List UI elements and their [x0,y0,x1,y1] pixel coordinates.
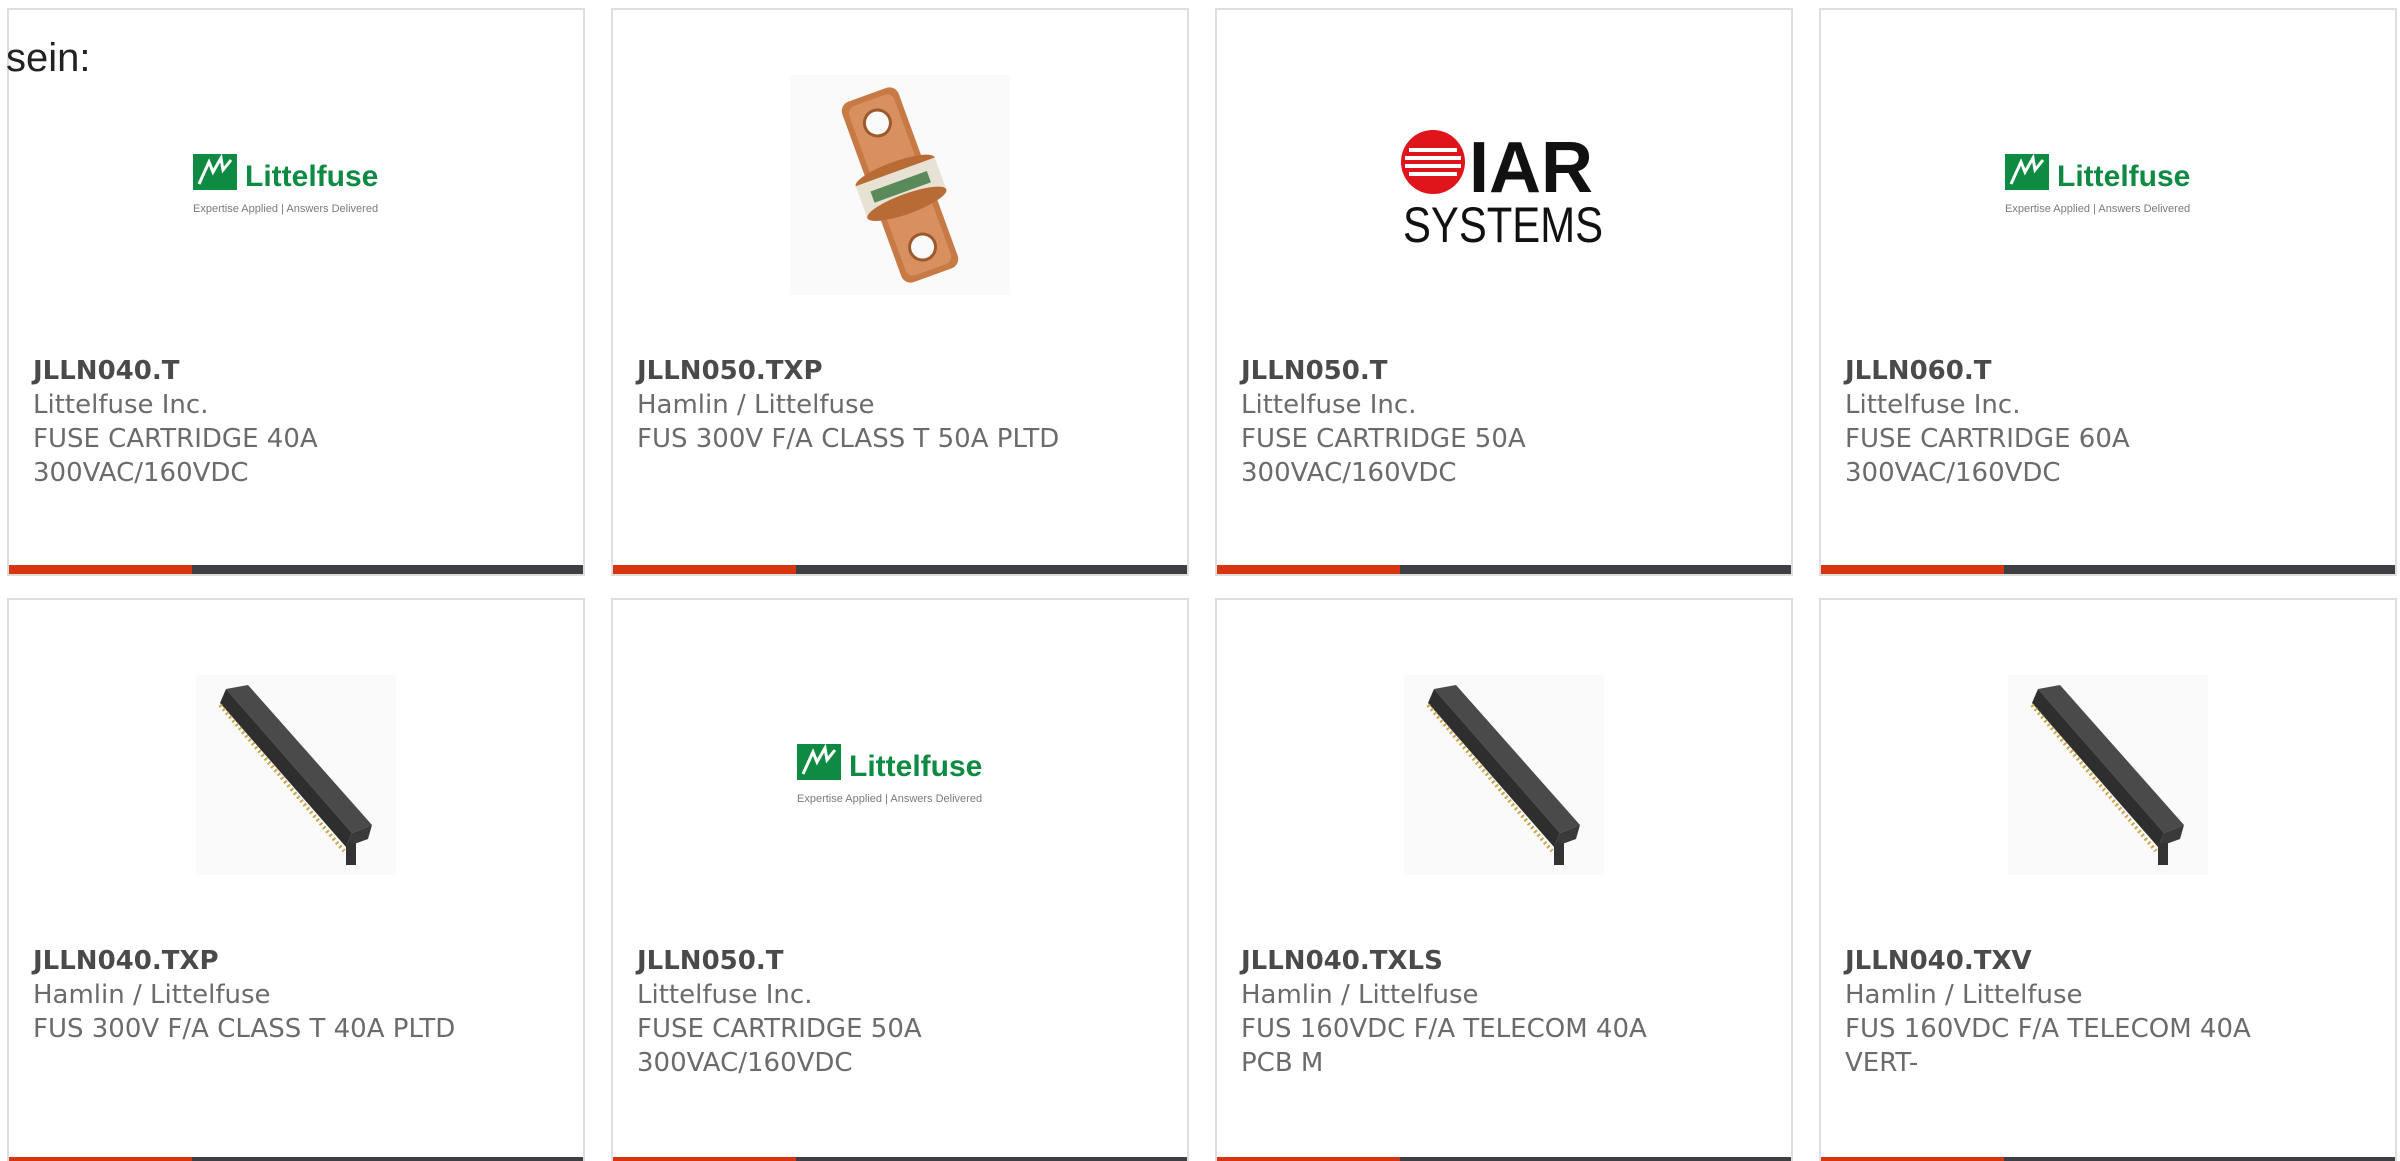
card-footer-accent [1821,1157,2004,1161]
part-number[interactable]: JLLN050.T [637,944,1167,978]
littelfuse-tagline: Expertise Applied | Answers Delivered [797,793,982,805]
header-connector-image [1821,660,2395,890]
card-footer-bar [9,565,583,574]
product-info: JLLN050.TXP Hamlin / Littelfuse FUS 300V… [637,354,1167,456]
card-footer-bar [1821,1157,2395,1161]
card-footer-accent [613,565,796,574]
littelfuse-name: Littelfuse [849,750,982,783]
card-footer-accent [1821,565,2004,574]
part-number[interactable]: JLLN050.T [1241,354,1771,388]
manufacturer: Hamlin / Littelfuse [637,390,875,420]
product-grid-page: sein: Littelfuse Expertise Applied | Ans… [0,0,2400,1161]
description-line-2: 300VAC/160VDC [33,458,249,488]
iar-logo-text: IAR [1469,128,1593,208]
card-footer-bar [1217,1157,1791,1161]
part-number[interactable]: JLLN040.TXV [1845,944,2375,978]
littelfuse-name: Littelfuse [245,160,378,193]
iar-systems-logo: IAR SYSTEMS [1217,70,1791,300]
littelfuse-logo: Littelfuse Expertise Applied | Answers D… [613,660,1187,890]
product-card[interactable]: Littelfuse Expertise Applied | Answers D… [611,598,1189,1161]
card-footer-bar [1217,565,1791,574]
littelfuse-logo: Littelfuse Expertise Applied | Answers D… [1821,70,2395,300]
description-line-1: FUS 160VDC F/A TELECOM 40A [1241,1014,1647,1044]
description-line-2: 300VAC/160VDC [1845,458,2061,488]
description-line-1: FUSE CARTRIDGE 60A [1845,424,2130,454]
description-line-1: FUSE CARTRIDGE 50A [1241,424,1526,454]
header-connector-image [9,660,583,890]
intro-text: sein: [6,36,91,80]
product-info: JLLN040.TXP Hamlin / Littelfuse FUS 300V… [33,944,563,1046]
product-info: JLLN040.TXLS Hamlin / Littelfuse FUS 160… [1241,944,1771,1080]
product-info: JLLN050.T Littelfuse Inc. FUSE CARTRIDGE… [1241,354,1771,490]
description-line-2: PCB M [1241,1048,1324,1078]
littelfuse-name: Littelfuse [2057,160,2190,193]
product-info: JLLN040.T Littelfuse Inc. FUSE CARTRIDGE… [33,354,563,490]
description-line-2: 300VAC/160VDC [637,1048,853,1078]
littelfuse-tagline: Expertise Applied | Answers Delivered [193,203,378,215]
card-footer-bar [9,1157,583,1161]
manufacturer: Littelfuse Inc. [1241,390,1417,420]
littelfuse-logo: Littelfuse Expertise Applied | Answers D… [9,70,583,300]
header-connector-image [1217,660,1791,890]
part-number[interactable]: JLLN040.TXP [33,944,563,978]
part-number[interactable]: JLLN050.TXP [637,354,1167,388]
description-line-1: FUSE CARTRIDGE 50A [637,1014,922,1044]
description-line-1: FUS 160VDC F/A TELECOM 40A [1845,1014,2251,1044]
card-footer-bar [613,1157,1187,1161]
systems-logo-text: SYSTEMS [1403,197,1603,250]
card-footer-bar [1821,565,2395,574]
card-footer-accent [1217,1157,1400,1161]
littelfuse-tagline: Expertise Applied | Answers Delivered [2005,203,2190,215]
product-card[interactable]: JLLN050.TXP Hamlin / Littelfuse FUS 300V… [611,8,1189,576]
part-number[interactable]: JLLN040.TXLS [1241,944,1771,978]
description-line-2: VERT- [1845,1048,1919,1078]
description-line-2: 300VAC/160VDC [1241,458,1457,488]
product-card[interactable]: JLLN040.TXV Hamlin / Littelfuse FUS 160V… [1819,598,2397,1161]
copper-fuse-image [613,70,1187,300]
card-footer-bar [613,565,1187,574]
part-number[interactable]: JLLN040.T [33,354,563,388]
manufacturer: Littelfuse Inc. [33,390,209,420]
manufacturer: Hamlin / Littelfuse [1845,980,2083,1010]
manufacturer: Littelfuse Inc. [637,980,813,1010]
description-line-1: FUSE CARTRIDGE 40A [33,424,318,454]
manufacturer: Hamlin / Littelfuse [33,980,271,1010]
product-card[interactable]: Littelfuse Expertise Applied | Answers D… [7,8,585,576]
product-info: JLLN040.TXV Hamlin / Littelfuse FUS 160V… [1845,944,2375,1080]
part-number[interactable]: JLLN060.T [1845,354,2375,388]
product-info: JLLN060.T Littelfuse Inc. FUSE CARTRIDGE… [1845,354,2375,490]
card-footer-accent [613,1157,796,1161]
product-info: JLLN050.T Littelfuse Inc. FUSE CARTRIDGE… [637,944,1167,1080]
card-footer-accent [9,1157,192,1161]
description-line-1: FUS 300V F/A CLASS T 50A PLTD [637,424,1060,454]
manufacturer: Hamlin / Littelfuse [1241,980,1479,1010]
product-card[interactable]: JLLN040.TXP Hamlin / Littelfuse FUS 300V… [7,598,585,1161]
product-card[interactable]: Littelfuse Expertise Applied | Answers D… [1819,8,2397,576]
description-line-1: FUS 300V F/A CLASS T 40A PLTD [33,1014,456,1044]
manufacturer: Littelfuse Inc. [1845,390,2021,420]
card-footer-accent [1217,565,1400,574]
product-card[interactable]: JLLN040.TXLS Hamlin / Littelfuse FUS 160… [1215,598,1793,1161]
card-footer-accent [9,565,192,574]
product-card[interactable]: IAR SYSTEMS JLLN050.T Littelfuse Inc. FU… [1215,8,1793,576]
